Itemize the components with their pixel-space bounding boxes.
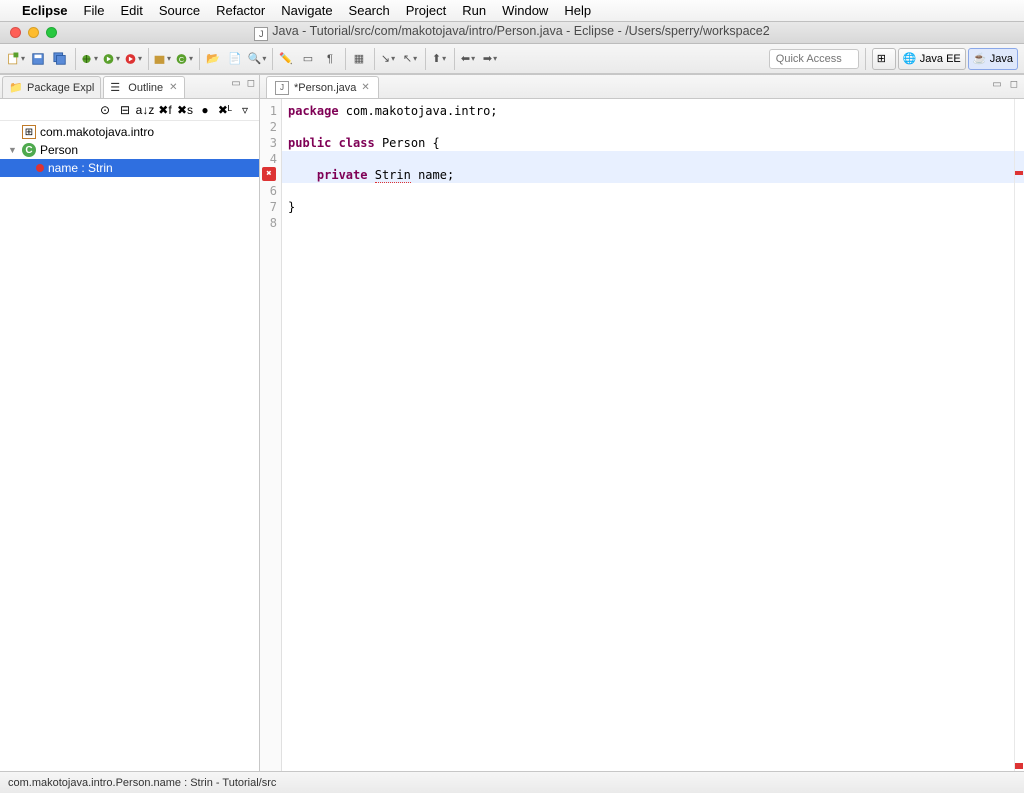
hide-fields-icon[interactable]: ✖f [157,102,173,118]
menu-source[interactable]: Source [159,3,200,18]
overview-ruler[interactable] [1014,99,1024,771]
prev-annotation-button[interactable]: ↖ [400,49,420,69]
editor-tab-person[interactable]: J *Person.java ✕ [266,76,379,98]
focus-icon[interactable]: ⊙ [97,102,113,118]
status-bar: com.makotojava.intro.Person.name : Strin… [0,771,1024,793]
perspective-java[interactable]: ☕Java [968,48,1018,70]
overview-error-summary-icon[interactable] [1015,763,1023,769]
menu-window[interactable]: Window [502,3,548,18]
window-title: JJava - Tutorial/src/com/makotojava/intr… [0,24,1024,41]
close-icon[interactable]: ✕ [169,82,177,93]
debug-button[interactable] [79,49,99,69]
perspective-icon: ⊞ [877,52,891,66]
toggle-mark-button[interactable]: ✏️ [276,49,296,69]
hide-nonpublic-icon[interactable]: ● [197,102,213,118]
expand-icon[interactable]: ▼ [8,145,18,155]
java-file-icon: J [254,27,268,41]
outline-package-row[interactable]: ⊞ com.makotojava.intro [0,123,259,141]
outline-toolbar: ⊙ ⊟ a↓z ✖f ✖s ● ✖ᴸ ▿ [0,99,259,121]
new-button[interactable] [6,49,26,69]
new-class-button[interactable]: C [174,49,194,69]
open-perspective-button[interactable]: ⊞ [872,48,896,70]
outline-field-row[interactable]: name : Strin [0,159,259,177]
outline-class-row[interactable]: ▼ C Person [0,141,259,159]
editor-area: J *Person.java ✕ ▭ ◻ 12345678 package co… [260,75,1024,771]
overview-error-icon[interactable] [1015,171,1023,175]
new-package-button[interactable] [152,49,172,69]
status-text: com.makotojava.intro.Person.name : Strin… [8,777,276,789]
menu-help[interactable]: Help [564,3,591,18]
show-whitespace-button[interactable]: ¶ [320,49,340,69]
back-button[interactable]: ⬅ [458,49,478,69]
window-minimize-icon[interactable] [28,27,39,38]
eclipse-window: JJava - Tutorial/src/com/makotojava/intr… [0,22,1024,793]
perspective-javaee[interactable]: 🌐Java EE [898,48,966,70]
minimize-editor-icon[interactable]: ▭ [992,79,1001,90]
view-menu-icon[interactable]: ▿ [237,102,253,118]
toggle-block-button[interactable]: ▭ [298,49,318,69]
titlebar: JJava - Tutorial/src/com/makotojava/intr… [0,22,1024,44]
package-explorer-icon: 📁 [9,81,23,95]
hide-static-icon[interactable]: ✖s [177,102,193,118]
window-zoom-icon[interactable] [46,27,57,38]
close-icon[interactable]: ✕ [361,82,369,93]
mac-menubar: Eclipse File Edit Source Refactor Naviga… [0,0,1024,22]
menu-file[interactable]: File [84,3,105,18]
tab-outline[interactable]: ☰ Outline ✕ [103,76,184,98]
class-icon: C [22,143,36,157]
tab-package-explorer[interactable]: 📁 Package Expl [2,76,101,98]
search-button[interactable]: 🔍 [247,49,267,69]
menu-edit[interactable]: Edit [120,3,142,18]
hide-local-icon[interactable]: ✖ᴸ [217,102,233,118]
javaee-icon: 🌐 [903,52,917,66]
window-close-icon[interactable] [10,27,21,38]
run-button[interactable] [101,49,121,69]
forward-button[interactable]: ➡ [480,49,500,69]
menu-navigate[interactable]: Navigate [281,3,332,18]
editor-body[interactable]: 12345678 package com.makotojava.intro; p… [260,99,1024,771]
work-area: 📁 Package Expl ☰ Outline ✕ ▭ ◻ ⊙ ⊟ a↓z ✖… [0,74,1024,771]
menu-project[interactable]: Project [406,3,446,18]
menu-refactor[interactable]: Refactor [216,3,265,18]
left-panel: 📁 Package Expl ☰ Outline ✕ ▭ ◻ ⊙ ⊟ a↓z ✖… [0,75,260,771]
java-file-icon: J [275,81,289,95]
menu-run[interactable]: Run [462,3,486,18]
menu-app[interactable]: Eclipse [22,3,68,18]
run-last-button[interactable] [123,49,143,69]
menu-search[interactable]: Search [349,3,390,18]
java-icon: ☕ [973,52,987,66]
next-annotation-button[interactable]: ↘ [378,49,398,69]
svg-text:C: C [179,55,184,64]
field-icon [36,164,44,172]
collapse-all-icon[interactable]: ⊟ [117,102,133,118]
open-task-button[interactable]: 📄 [225,49,245,69]
code-content[interactable]: package com.makotojava.intro; public cla… [282,99,1024,771]
outline-icon: ☰ [110,81,124,95]
left-view-tabs: 📁 Package Expl ☰ Outline ✕ ▭ ◻ [0,75,259,99]
minimize-view-icon[interactable]: ▭ [231,78,240,89]
package-icon: ⊞ [22,125,36,139]
save-button[interactable] [28,49,48,69]
editor-tabs: J *Person.java ✕ ▭ ◻ [260,75,1024,99]
last-edit-button[interactable]: ⬆ [429,49,449,69]
toggle-breadcrumb-button[interactable]: ▦ [349,49,369,69]
maximize-editor-icon[interactable]: ◻ [1010,79,1018,90]
line-gutter: 12345678 [260,99,282,771]
maximize-view-icon[interactable]: ◻ [247,78,255,89]
error-marker-icon[interactable] [262,167,276,181]
quick-access-input[interactable] [769,49,859,69]
save-all-button[interactable] [50,49,70,69]
main-toolbar: C 📂 📄 🔍 ✏️ ▭ ¶ ▦ ↘ ↖ ⬆ ⬅ ➡ ⊞ 🌐Java EE ☕J… [0,44,1024,74]
sort-icon[interactable]: a↓z [137,102,153,118]
open-type-button[interactable]: 📂 [203,49,223,69]
outline-tree: ⊞ com.makotojava.intro ▼ C Person name :… [0,121,259,771]
